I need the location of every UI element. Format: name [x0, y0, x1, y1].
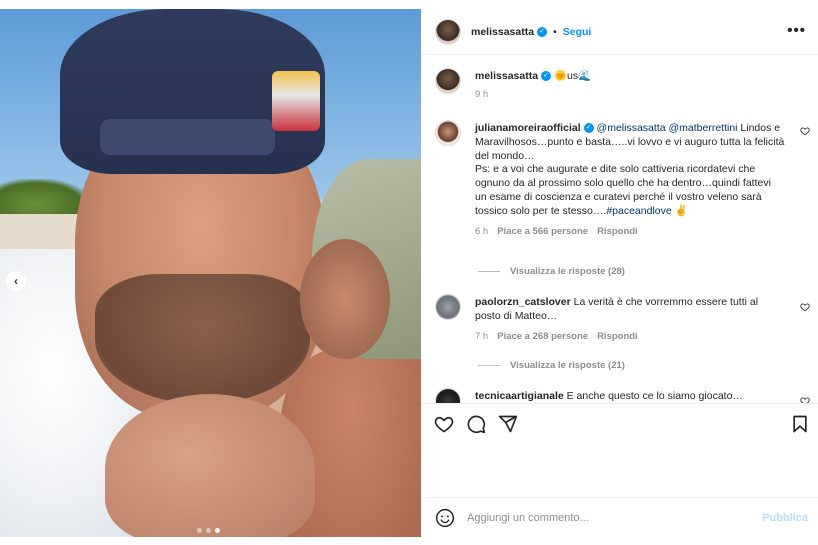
caption-text: 🌞us🌊 [553, 70, 592, 82]
heart-icon[interactable] [434, 414, 454, 434]
heart-icon[interactable] [800, 302, 810, 312]
caption-row: melissasatta ✓ 🌞us🌊 9 h [435, 68, 810, 112]
comment-time: 6 h [475, 225, 489, 237]
view-replies-label[interactable]: Visualizza le risposte (21) [510, 360, 625, 371]
photo-hand [105, 394, 315, 537]
reply-button[interactable]: Rispondi [597, 330, 638, 344]
emoji-icon[interactable] [435, 508, 455, 528]
heart-icon[interactable] [800, 126, 810, 136]
separator-dot: • [553, 25, 557, 38]
commenter-avatar[interactable] [435, 388, 461, 403]
photo-beard [95, 274, 310, 404]
author-avatar[interactable] [435, 68, 461, 94]
comment-emoji: ✌ [671, 204, 688, 217]
heart-icon[interactable] [800, 396, 810, 403]
post-side-panel: melissasatta ✓ • Segui ••• melissasatta ✓… [421, 9, 818, 537]
carousel-dot [197, 528, 202, 533]
caption-time: 9 h [475, 88, 489, 100]
comment-meta: 7 h Piace a 268 persone Rispondi [475, 330, 785, 344]
comment-item: julianamoreiraofficial ✓ @melissasatta @m… [435, 120, 810, 270]
reply-button[interactable]: Rispondi [597, 225, 638, 239]
author-avatar[interactable] [435, 18, 461, 45]
post-photo[interactable]: ‹ [0, 9, 421, 537]
verified-badge-icon: ✓ [583, 123, 594, 134]
comment-username[interactable]: julianamoreiraofficial [475, 122, 581, 134]
share-icon[interactable] [498, 414, 518, 434]
carousel-prev-button[interactable]: ‹ [6, 271, 26, 291]
hashtag-link[interactable]: #paceandlove [606, 205, 671, 217]
replies-divider [478, 271, 500, 272]
comment-item: tecnicaartigianale E anche questo ce lo … [435, 388, 810, 403]
verified-badge-icon: ✓ [541, 71, 552, 82]
comment-content: tecnicaartigianale E anche questo ce lo … [475, 390, 785, 403]
author-username[interactable]: melissasatta [471, 26, 534, 38]
view-replies-button[interactable]: Visualizza le risposte (28) [478, 266, 625, 277]
post-action-bar [421, 403, 818, 443]
comment-composer: Aggiungi un commento... Pubblica [421, 497, 818, 537]
comment-item: paolorzn_catslover La verità è che vorre… [435, 294, 810, 354]
carousel-dots [197, 528, 220, 533]
photo-cap-logo [272, 71, 320, 131]
chevron-left-icon: ‹ [14, 274, 18, 288]
photo-cap-band [100, 119, 275, 155]
comment-username[interactable]: tecnicaartigianale [475, 390, 564, 402]
replies-divider [478, 365, 500, 366]
comment-likes[interactable]: Piace a 268 persone [497, 330, 588, 344]
comment-time: 7 h [475, 330, 489, 342]
commenter-avatar[interactable] [435, 294, 461, 320]
carousel-dot-active [215, 528, 220, 533]
caption-username[interactable]: melissasatta [475, 70, 538, 82]
post-header: melissasatta ✓ • Segui ••• [421, 9, 818, 55]
commenter-avatar[interactable] [435, 120, 461, 146]
mention-link[interactable]: @melissasatta [597, 122, 666, 134]
comment-content: julianamoreiraofficial ✓ @melissasatta @m… [475, 122, 785, 238]
publish-button[interactable]: Pubblica [762, 512, 808, 524]
photo-second-face [300, 239, 390, 359]
comment-content: paolorzn_catslover La verità è che vorre… [475, 296, 785, 343]
comment-icon[interactable] [466, 414, 486, 434]
mention-link[interactable]: @matberrettini [668, 122, 737, 134]
caption-content: melissasatta ✓ 🌞us🌊 9 h [475, 70, 785, 102]
bookmark-icon[interactable] [790, 414, 810, 434]
instagram-post-frame: ‹ melissasatta ✓ • Segui ••• melissasatt… [0, 0, 818, 545]
comment-input[interactable]: Aggiungi un commento... [467, 512, 762, 524]
view-replies-label[interactable]: Visualizza le risposte (28) [510, 266, 625, 277]
comments-scroll[interactable]: melissasatta ✓ 🌞us🌊 9 h julianamoreiraoff… [421, 56, 818, 403]
verified-badge-icon: ✓ [537, 26, 548, 37]
follow-button[interactable]: Segui [563, 26, 592, 38]
comment-meta: 6 h Piace a 566 persone Rispondi [475, 225, 785, 239]
carousel-dot [206, 528, 211, 533]
comment-username[interactable]: paolorzn_catslover [475, 296, 571, 308]
view-replies-button[interactable]: Visualizza le risposte (21) [478, 360, 625, 371]
more-icon[interactable]: ••• [787, 22, 806, 39]
comment-text: E anche questo ce lo siamo giocato… [566, 390, 743, 402]
comment-likes[interactable]: Piace a 566 persone [497, 225, 588, 239]
